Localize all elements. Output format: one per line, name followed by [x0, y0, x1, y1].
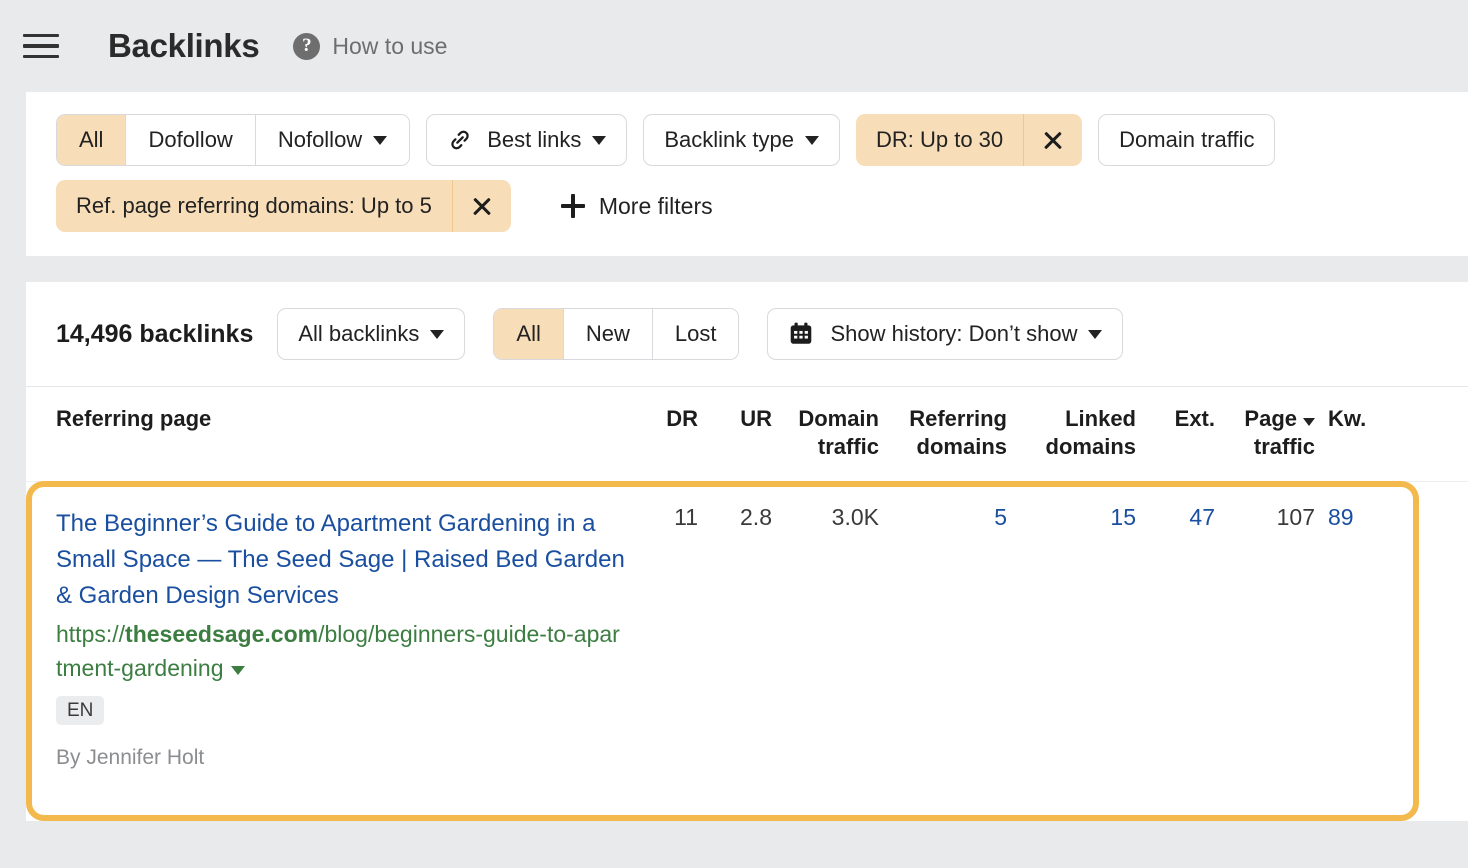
dr-filter-label: DR: Up to 30: [856, 114, 1024, 166]
url-domain: theseedsage.com: [125, 621, 318, 647]
kw-traffic-value[interactable]: 89: [1315, 506, 1390, 529]
state-lost[interactable]: Lost: [653, 309, 739, 359]
show-history-dropdown[interactable]: Show history: Don’t show: [767, 308, 1123, 360]
calendar-icon: [788, 321, 814, 347]
url-scheme: https://: [56, 621, 125, 647]
filters-row-primary: All Dofollow Nofollow Best links B: [56, 114, 1468, 166]
ref-page-referring-domains-close-icon[interactable]: [453, 180, 511, 232]
dr-filter-chip[interactable]: DR: Up to 30: [856, 114, 1082, 166]
language-badge: EN: [56, 696, 104, 725]
backlinks-table: Referring page DR UR Domain traffic Refe…: [26, 386, 1468, 821]
referring-page-cell: The Beginner’s Guide to Apartment Garden…: [26, 506, 626, 768]
dr-value: 11: [626, 506, 698, 529]
hamburger-menu-icon[interactable]: [22, 31, 60, 61]
table-row[interactable]: The Beginner’s Guide to Apartment Garden…: [26, 481, 1468, 821]
author-byline: By Jennifer Holt: [56, 747, 626, 768]
plus-icon: [561, 194, 585, 218]
column-header-ext[interactable]: Ext.: [1136, 405, 1215, 433]
column-header-linked-domains-line1: Linked: [1007, 405, 1136, 433]
column-header-linked-domains[interactable]: Linked domains: [1007, 405, 1136, 461]
table-header-row: Referring page DR UR Domain traffic Refe…: [26, 386, 1468, 481]
more-filters-label: More filters: [599, 193, 713, 220]
best-links-dropdown[interactable]: Best links: [426, 114, 627, 166]
column-header-page-traffic-line1: Page: [1244, 405, 1297, 433]
ref-page-referring-domains-chip[interactable]: Ref. page referring domains: Up to 5: [56, 180, 511, 232]
referring-page-title-link[interactable]: The Beginner’s Guide to Apartment Garden…: [56, 506, 626, 614]
hamburger-bar: [23, 44, 59, 47]
ext-link[interactable]: 47: [1189, 504, 1215, 530]
column-header-page-traffic-line2: traffic: [1215, 433, 1315, 461]
ext-value[interactable]: 47: [1136, 506, 1215, 529]
column-header-kw-traffic[interactable]: Kw.: [1315, 405, 1390, 433]
results-panel: 14,496 backlinks All backlinks All New L…: [26, 282, 1468, 821]
hamburger-bar: [23, 34, 59, 37]
filter-all-label: All: [79, 127, 103, 153]
column-header-domain-traffic-line1: Domain: [772, 405, 879, 433]
chevron-down-icon: [805, 136, 819, 145]
backlink-type-dropdown[interactable]: Backlink type: [643, 114, 840, 166]
state-lost-label: Lost: [675, 321, 717, 347]
column-header-page-traffic[interactable]: Page traffic: [1215, 405, 1315, 461]
more-filters-button[interactable]: More filters: [561, 193, 713, 220]
column-header-linked-domains-line2: domains: [1007, 433, 1136, 461]
ur-value: 2.8: [698, 506, 772, 529]
filters-panel: All Dofollow Nofollow Best links B: [26, 92, 1468, 256]
column-header-referring-domains-line2: domains: [879, 433, 1007, 461]
column-header-domain-traffic-line2: traffic: [772, 433, 879, 461]
results-toolbar: 14,496 backlinks All backlinks All New L…: [26, 282, 1468, 386]
follow-type-segmented-control: All Dofollow Nofollow: [56, 114, 410, 166]
best-links-label: Best links: [487, 127, 581, 153]
app-header: Backlinks ? How to use: [0, 0, 1468, 92]
backlink-type-label: Backlink type: [664, 127, 794, 153]
link-state-segmented-control: All New Lost: [493, 308, 739, 360]
filter-all[interactable]: All: [57, 115, 126, 165]
backlinks-scope-dropdown[interactable]: All backlinks: [277, 308, 465, 360]
chevron-down-icon: [592, 136, 606, 145]
chevron-down-icon: [430, 330, 444, 339]
linked-domains-value[interactable]: 15: [1007, 506, 1136, 529]
state-all-label: All: [516, 321, 540, 347]
question-mark-icon: ?: [293, 33, 320, 60]
state-all[interactable]: All: [494, 309, 563, 359]
chevron-down-icon: [1088, 330, 1102, 339]
show-history-label: Show history: Don’t show: [830, 321, 1077, 347]
linked-domains-link[interactable]: 15: [1110, 504, 1136, 530]
domain-traffic-filter[interactable]: Domain traffic: [1098, 114, 1275, 166]
hamburger-bar: [23, 55, 59, 58]
how-to-use-label: How to use: [332, 33, 447, 60]
chevron-down-icon: [373, 136, 387, 145]
state-new[interactable]: New: [564, 309, 653, 359]
column-header-referring-domains-line1: Referring: [879, 405, 1007, 433]
dr-filter-close-icon[interactable]: [1024, 114, 1082, 166]
domain-traffic-value: 3.0K: [772, 506, 879, 529]
column-header-referring-domains[interactable]: Referring domains: [879, 405, 1007, 461]
panel-divider: [0, 256, 1468, 282]
chain-link-icon: [447, 127, 473, 153]
filter-nofollow[interactable]: Nofollow: [256, 115, 409, 165]
filter-nofollow-label: Nofollow: [278, 127, 362, 153]
state-new-label: New: [586, 321, 630, 347]
ref-page-referring-domains-label: Ref. page referring domains: Up to 5: [56, 180, 453, 232]
column-header-referring-page[interactable]: Referring page: [26, 405, 626, 433]
column-header-dr[interactable]: DR: [626, 405, 698, 433]
table-row-container: The Beginner’s Guide to Apartment Garden…: [26, 481, 1468, 821]
domain-traffic-label: Domain traffic: [1119, 127, 1254, 153]
column-header-ur[interactable]: UR: [698, 405, 772, 433]
backlinks-count: 14,496 backlinks: [56, 320, 253, 349]
page-traffic-value: 107: [1215, 506, 1315, 529]
page-title: Backlinks: [108, 27, 259, 65]
sort-descending-icon: [1303, 418, 1315, 426]
referring-domains-value[interactable]: 5: [879, 506, 1007, 529]
filter-dofollow[interactable]: Dofollow: [126, 115, 255, 165]
kw-traffic-link[interactable]: 89: [1328, 504, 1354, 530]
filters-row-secondary: Ref. page referring domains: Up to 5 Mor…: [56, 180, 1468, 232]
referring-page-url[interactable]: https://theseedsage.com/blog/beginners-g…: [56, 617, 626, 685]
column-header-domain-traffic[interactable]: Domain traffic: [772, 405, 879, 461]
backlinks-scope-label: All backlinks: [298, 321, 419, 347]
url-expand-chevron-icon[interactable]: [231, 666, 245, 675]
referring-domains-link[interactable]: 5: [994, 504, 1007, 530]
how-to-use-link[interactable]: ? How to use: [293, 33, 447, 60]
filter-dofollow-label: Dofollow: [148, 127, 232, 153]
